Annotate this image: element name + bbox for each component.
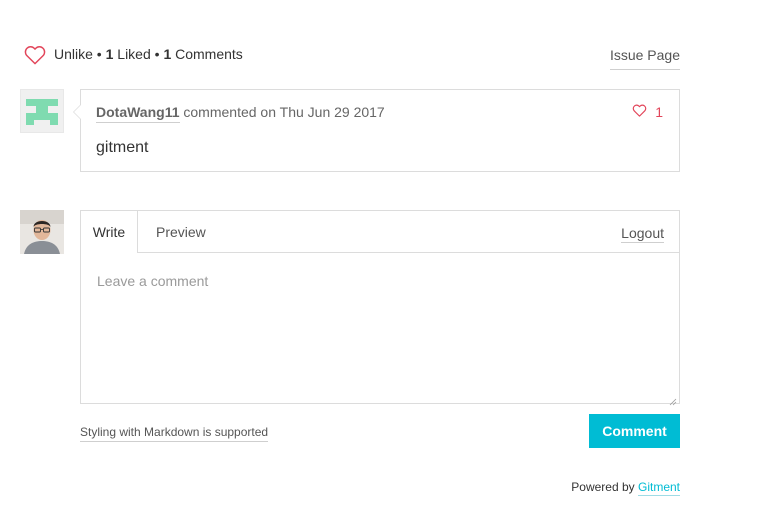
issue-page-link[interactable]: Issue Page: [609, 47, 680, 70]
comment-author-link[interactable]: DotaWang11: [96, 104, 180, 123]
header-meta: Unlike • 1 Liked • 1 Comments: [54, 46, 243, 62]
comment-editor: Write Preview Logout: [80, 210, 680, 406]
gitment-link[interactable]: Gitment: [637, 480, 680, 496]
comment-submit-button[interactable]: Comment: [589, 414, 680, 448]
tab-write[interactable]: Write: [81, 211, 138, 254]
current-user-avatar[interactable]: [20, 210, 64, 254]
comment-like-count: 1: [655, 104, 663, 120]
powered-by: Powered by Gitment: [571, 480, 680, 496]
logout-link[interactable]: Logout: [621, 225, 664, 243]
comment-body: gitment: [96, 139, 149, 156]
comment-author-avatar[interactable]: [20, 89, 64, 133]
comments-label: Comments: [175, 46, 243, 62]
comment-textarea[interactable]: [81, 253, 679, 403]
heart-outline-icon: [632, 104, 647, 120]
resize-grip-icon[interactable]: [669, 393, 677, 406]
meta-separator: •: [154, 46, 160, 62]
comment-header: DotaWang11 commented on Thu Jun 29 2017: [96, 104, 385, 123]
liked-count: 1: [105, 46, 114, 62]
markdown-help-link[interactable]: Styling with Markdown is supported: [80, 425, 269, 442]
meta-separator: •: [96, 46, 102, 62]
unlike-link[interactable]: Unlike: [54, 46, 93, 62]
editor-tabs: Write Preview Logout: [81, 211, 679, 254]
liked-label: Liked: [117, 46, 151, 62]
comment-action: commented on: [183, 104, 276, 120]
powered-by-label: Powered by: [571, 480, 635, 494]
tab-preview[interactable]: Preview: [156, 211, 206, 253]
comments-header: Unlike • 1 Liked • 1 Comments Issue Page: [24, 42, 680, 70]
comment-like-button[interactable]: 1: [632, 104, 663, 120]
comment-date: Thu Jun 29 2017: [279, 104, 385, 120]
comment-card: DotaWang11 commented on Thu Jun 29 2017 …: [73, 89, 680, 172]
comments-count: 1: [163, 46, 172, 62]
heart-outline-icon[interactable]: [24, 45, 46, 65]
